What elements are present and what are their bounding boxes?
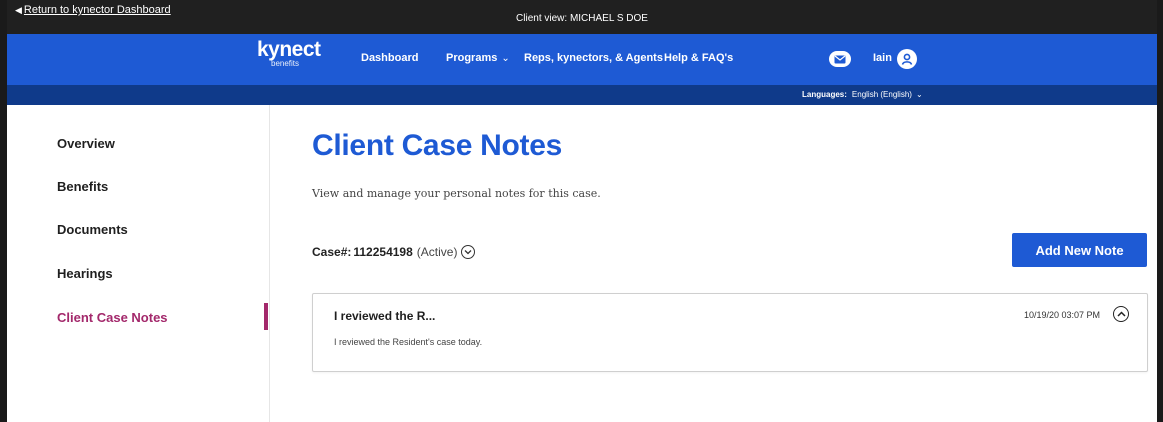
user-name[interactable]: Iain [873,52,892,64]
sidebar: Overview Benefits Documents Hearings Cli… [7,105,270,422]
user-profile-icon [901,53,913,65]
window-border-right [1157,0,1163,422]
add-new-note-button[interactable]: Add New Note [1012,233,1147,267]
main-nav-bar: kynect benefits Dashboard Programs ⌄ Reps… [7,34,1157,85]
note-timestamp: 10/19/20 03:07 PM [1024,310,1101,320]
nav-dashboard-label: Dashboard [361,52,419,64]
page-title: Client Case Notes [312,129,562,162]
chevron-down-icon: ⌄ [501,53,510,64]
language-label: Languages: [802,90,847,99]
nav-help-faq[interactable]: Help & FAQ's [664,52,733,64]
sidebar-item-client-case-notes[interactable]: Client Case Notes [57,310,168,325]
user-avatar-button[interactable] [897,49,917,69]
sidebar-item-documents[interactable]: Documents [57,222,128,237]
chevron-up-icon [1116,311,1126,317]
chevron-down-icon [464,250,472,255]
language-selector[interactable]: Languages: English (English) ⌄ [802,90,923,99]
utility-bar: ◀ Return to kynector Dashboard Client vie… [7,0,1157,34]
case-dropdown-toggle[interactable] [461,245,476,259]
case-selector: Case#: 112254198 (Active) [312,245,476,259]
note-title: I reviewed the R... [334,309,436,323]
language-bar: Languages: English (English) ⌄ [7,85,1157,105]
note-body: I reviewed the Resident's case today. [334,337,483,347]
case-label: Case#: [312,245,352,259]
window-border-left [0,0,7,422]
kynect-logo[interactable]: kynect benefits [257,38,321,68]
client-view-label: Client view: MICHAEL S DOE [516,13,648,24]
mail-button[interactable] [829,51,851,67]
note-collapse-toggle[interactable] [1113,306,1129,322]
nav-programs[interactable]: Programs ⌄ [446,52,510,64]
language-value: English (English) [851,90,912,99]
sidebar-item-overview[interactable]: Overview [57,136,115,151]
note-card[interactable]: I reviewed the R... I reviewed the Resid… [312,293,1148,372]
nav-programs-label: Programs [446,52,498,64]
envelope-icon [834,55,846,63]
case-number: 112254198 [353,245,413,259]
sidebar-item-hearings[interactable]: Hearings [57,266,113,281]
case-status: (Active) [416,245,458,259]
sidebar-item-benefits[interactable]: Benefits [57,179,108,194]
nav-dashboard[interactable]: Dashboard [361,52,418,64]
nav-reps-label: Reps, kynectors, & Agents [524,52,663,64]
nav-reps-kynectors-agents[interactable]: Reps, kynectors, & Agents [524,52,663,64]
sidebar-active-indicator [264,303,268,330]
chevron-down-icon: ⌄ [915,90,923,99]
logo-subtitle: benefits [271,59,300,68]
nav-help-label: Help & FAQ's [664,52,734,64]
logo-wordmark: kynect [257,38,321,61]
page-subtitle: View and manage your personal notes for … [312,187,601,200]
